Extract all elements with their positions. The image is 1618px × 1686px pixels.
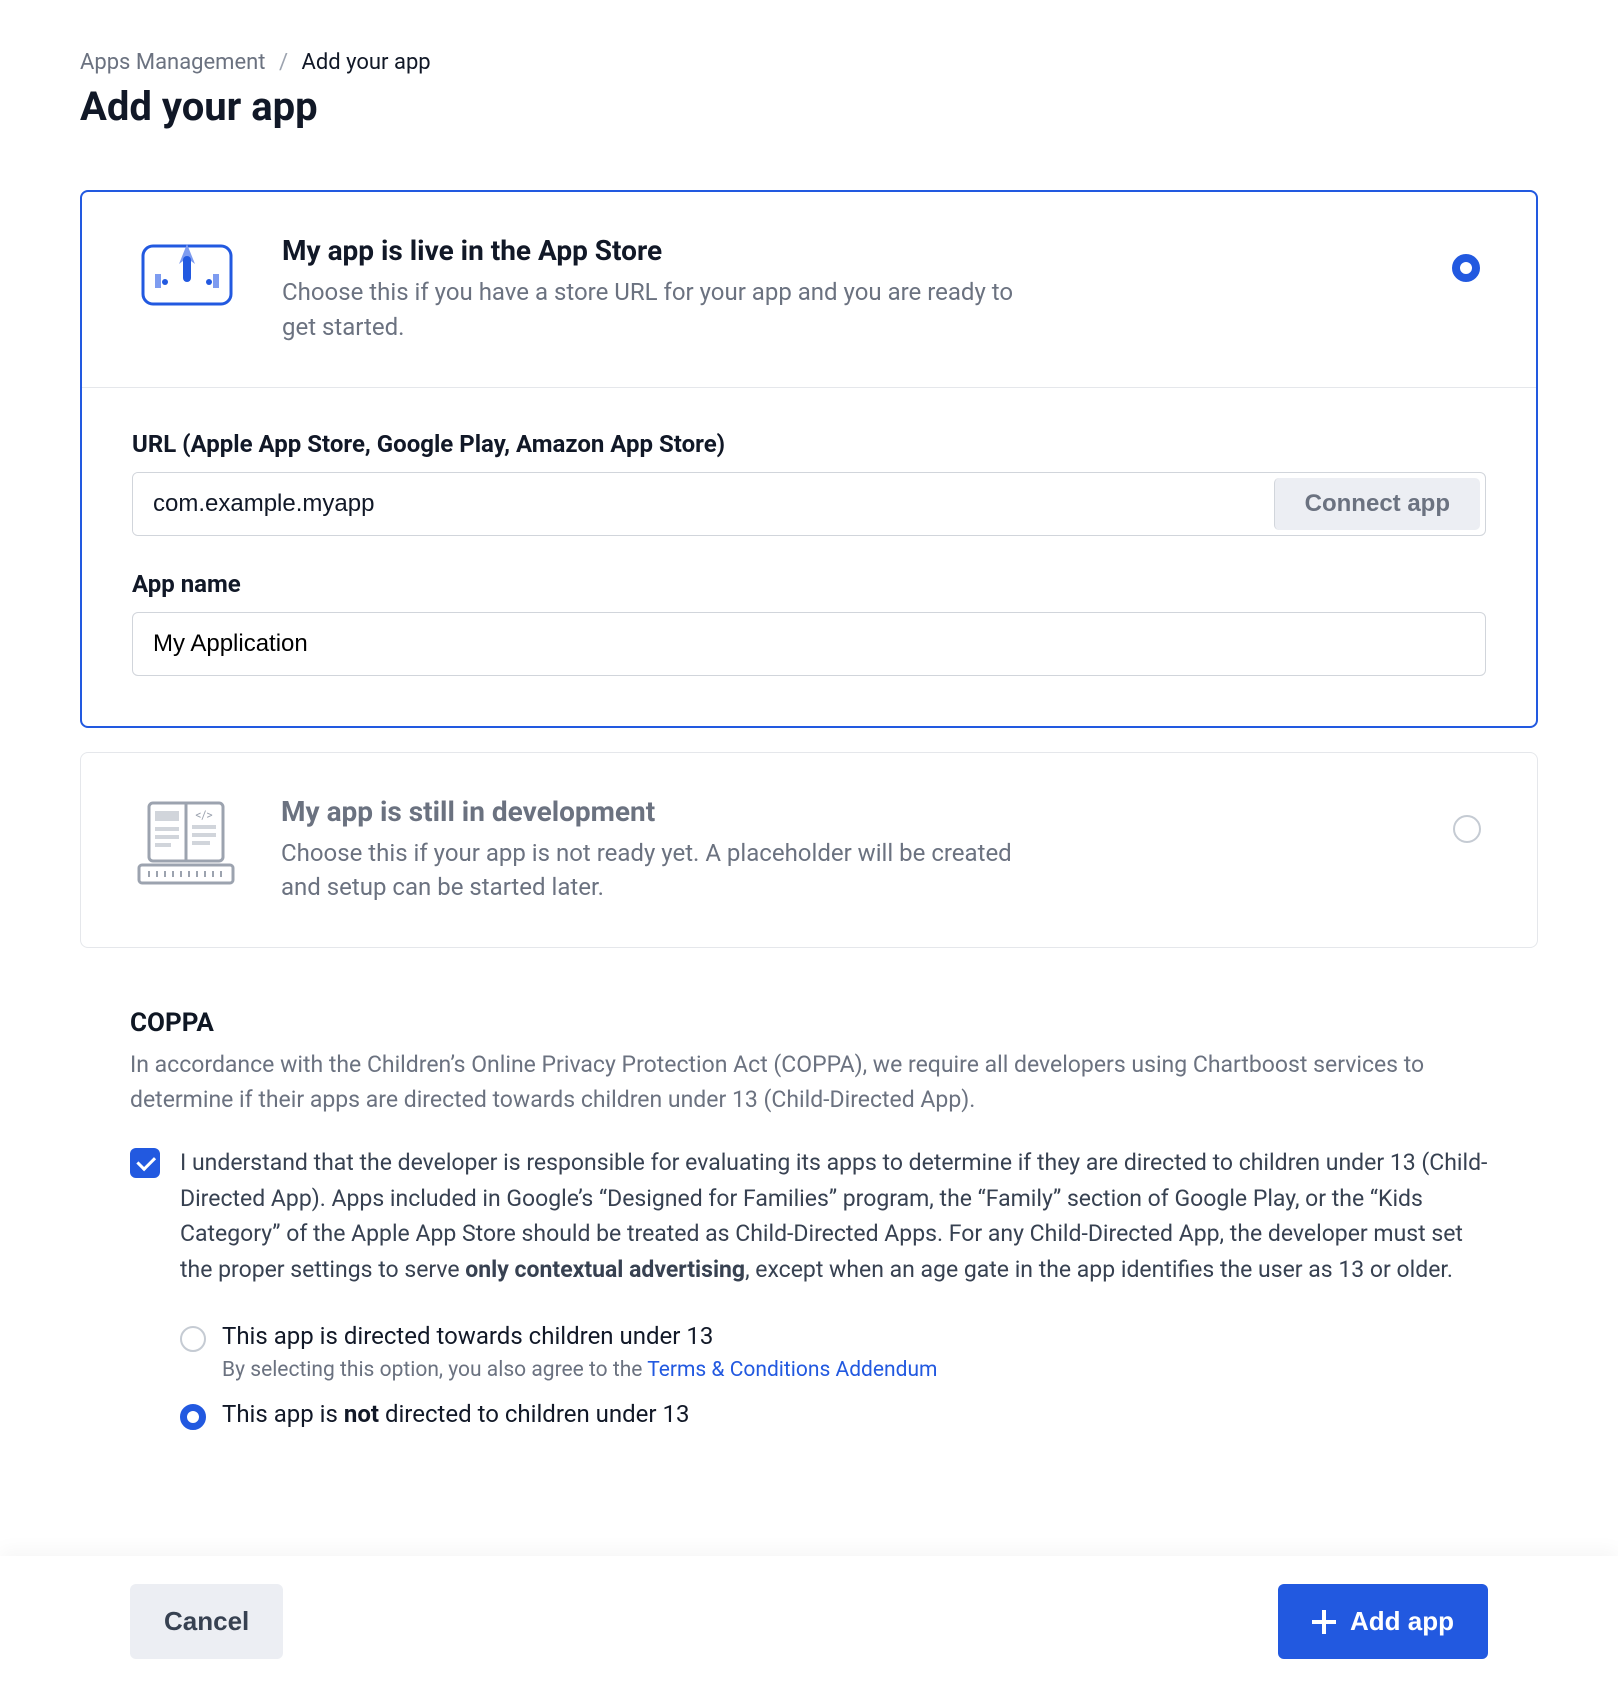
- option-dev-desc: Choose this if your app is not ready yet…: [281, 836, 1021, 906]
- svg-text:</>: </>: [195, 808, 212, 822]
- terms-addendum-link[interactable]: Terms & Conditions Addendum: [647, 1358, 937, 1382]
- breadcrumb-current: Add your app: [302, 50, 431, 75]
- url-label: URL (Apple App Store, Google Play, Amazo…: [132, 430, 1486, 458]
- coppa-radio-not-directed-input[interactable]: [180, 1404, 206, 1430]
- option-live-body: URL (Apple App Store, Google Play, Amazo…: [82, 387, 1536, 726]
- add-app-button[interactable]: Add app: [1278, 1584, 1488, 1659]
- coppa-radio-directed-label: This app is directed towards children un…: [222, 1322, 713, 1350]
- rocket-appstore-icon: [132, 234, 242, 312]
- cancel-button[interactable]: Cancel: [130, 1584, 283, 1659]
- option-live-radio[interactable]: [1452, 254, 1480, 282]
- coppa-consent-bold: only contextual advertising: [465, 1256, 745, 1283]
- coppa-consent-checkbox[interactable]: [130, 1148, 160, 1178]
- coppa-consent-post: , except when an age gate in the app ide…: [745, 1256, 1453, 1283]
- app-name-label: App name: [132, 570, 1486, 598]
- option-dev-radio[interactable]: [1453, 815, 1481, 843]
- coppa-not-post: directed to children under 13: [379, 1400, 690, 1428]
- coppa-radio-directed-sub-pre: By selecting this option, you also agree…: [222, 1358, 647, 1382]
- coppa-not-pre: This app is: [222, 1400, 344, 1428]
- breadcrumb-parent[interactable]: Apps Management: [80, 50, 266, 75]
- option-live-card[interactable]: My app is live in the App Store Choose t…: [80, 190, 1538, 728]
- coppa-radio-directed-input[interactable]: [180, 1326, 206, 1352]
- coppa-radio-not-directed[interactable]: This app is not directed to children und…: [180, 1400, 1488, 1430]
- coppa-radio-not-directed-label: This app is not directed to children und…: [222, 1400, 689, 1428]
- coppa-radio-directed[interactable]: This app is directed towards children un…: [180, 1322, 1488, 1352]
- connect-app-button[interactable]: Connect app: [1274, 478, 1480, 530]
- option-dev-card[interactable]: </> My app is s: [80, 752, 1538, 949]
- breadcrumb-separator: /: [279, 50, 288, 75]
- option-live-header[interactable]: My app is live in the App Store Choose t…: [82, 192, 1536, 387]
- option-dev-title: My app is still in development: [281, 795, 1407, 828]
- coppa-section: COPPA In accordance with the Children’s …: [80, 972, 1538, 1430]
- coppa-heading: COPPA: [130, 1008, 1488, 1038]
- coppa-radio-directed-sub: By selecting this option, you also agree…: [180, 1358, 1488, 1382]
- option-dev-header[interactable]: </> My app is s: [81, 753, 1537, 948]
- page-title: Add your app: [80, 83, 1538, 130]
- breadcrumb: Apps Management / Add your app: [80, 50, 1538, 75]
- coppa-intro: In accordance with the Children’s Online…: [130, 1048, 1488, 1117]
- coppa-not-bold: not: [344, 1400, 379, 1428]
- add-app-button-label: Add app: [1350, 1606, 1454, 1637]
- url-input[interactable]: [133, 473, 1269, 535]
- coppa-consent-text: I understand that the developer is respo…: [180, 1145, 1488, 1288]
- plus-icon: [1312, 1610, 1336, 1634]
- laptop-code-icon: </>: [131, 795, 241, 889]
- app-name-input[interactable]: [132, 612, 1486, 676]
- option-live-title: My app is live in the App Store: [282, 234, 1406, 267]
- footer-bar: Cancel Add app: [0, 1556, 1618, 1686]
- option-live-desc: Choose this if you have a store URL for …: [282, 275, 1022, 345]
